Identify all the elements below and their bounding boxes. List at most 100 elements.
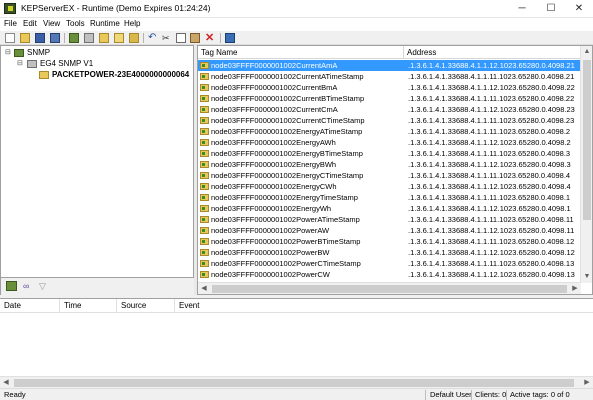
new-tag-icon[interactable]	[114, 33, 124, 43]
table-row[interactable]: node03FFFF0000001002EnergyBWh .1.3.6.1.4.…	[198, 159, 581, 170]
scroll-right-icon[interactable]: ▶	[569, 283, 581, 294]
menu-tools[interactable]: Tools	[66, 19, 85, 28]
tag-icon	[200, 73, 209, 80]
tag-name-cell: node03FFFF0000001002PowerBW	[211, 248, 330, 257]
status-ready: Ready	[4, 390, 26, 399]
minimize-button[interactable]: ─	[509, 0, 535, 18]
status-separator	[425, 390, 426, 400]
table-row[interactable]: node03FFFF0000001002PowerATimeStamp .1.3.…	[198, 214, 581, 225]
table-row[interactable]: node03FFFF0000001002EnergyATimeStamp .1.3…	[198, 126, 581, 137]
scroll-thumb[interactable]	[212, 285, 567, 293]
tag-name-cell: node03FFFF0000001002EnergyAWh	[211, 138, 336, 147]
table-row[interactable]: node03FFFF0000001002CurrentCTimeStamp .1.…	[198, 115, 581, 126]
event-log[interactable]: Date Time Source Event ◀ ▶	[0, 298, 593, 388]
menu-help[interactable]: Help	[124, 19, 140, 28]
column-header-address[interactable]: Address	[404, 46, 581, 59]
open-icon[interactable]	[20, 33, 30, 43]
menu-view[interactable]: View	[43, 19, 60, 28]
collapse-toggle-icon[interactable]: ⊟	[17, 59, 23, 67]
toolbar: ↶ ✂ ✕	[0, 31, 593, 45]
link-icon[interactable]: ∞	[23, 281, 34, 291]
column-header-tag-name[interactable]: Tag Name	[198, 46, 404, 59]
tag-name-cell: node03FFFF0000001002PowerBTimeStamp	[211, 237, 361, 246]
table-row[interactable]: node03FFFF0000001002CurrentBmA .1.3.6.1.4…	[198, 82, 581, 93]
event-column-date[interactable]: Date	[0, 299, 60, 313]
tag-icon	[200, 84, 209, 91]
address-cell: .1.3.6.1.4.1.33688.4.1.1.12.1023.65280.0…	[408, 83, 575, 92]
tag-name-cell: node03FFFF0000001002EnergyWh	[211, 204, 332, 213]
address-cell: .1.3.6.1.4.1.33688.4.1.1.12.1023.65280.0…	[408, 248, 575, 257]
menu-runtime[interactable]: Runtime	[90, 19, 120, 28]
delete-icon[interactable]: ✕	[205, 33, 215, 44]
address-cell: .1.3.6.1.4.1.33688.4.1.1.12.1023.65280.0…	[408, 182, 571, 191]
new-device-icon[interactable]	[84, 33, 94, 43]
tag-icon	[200, 172, 209, 179]
collapse-toggle-icon[interactable]: ⊟	[5, 48, 11, 56]
vertical-scrollbar[interactable]: ▲ ▼	[580, 46, 592, 283]
table-row[interactable]: node03FFFF0000001002PowerBW .1.3.6.1.4.1.…	[198, 247, 581, 258]
table-row[interactable]: node03FFFF0000001002EnergyCWh .1.3.6.1.4.…	[198, 181, 581, 192]
tree-device-eg4[interactable]: EG4 SNMP V1	[40, 59, 93, 68]
table-row[interactable]: node03FFFF0000001002EnergyWh .1.3.6.1.4.1…	[198, 203, 581, 214]
tag-icon	[200, 62, 209, 69]
event-column-source[interactable]: Source	[117, 299, 175, 313]
new-project-icon[interactable]	[5, 33, 15, 43]
new-channel-icon[interactable]	[69, 33, 79, 43]
scroll-down-icon[interactable]: ▼	[581, 271, 592, 283]
tag-name-cell: node03FFFF0000001002CurrentBTimeStamp	[211, 94, 365, 103]
paste-icon[interactable]	[190, 33, 200, 43]
copy-icon[interactable]	[176, 33, 186, 43]
table-row[interactable]: node03FFFF0000001002CurrentBTimeStamp .1.…	[198, 93, 581, 104]
address-cell: .1.3.6.1.4.1.33688.4.1.1.11.1023.65280.0…	[408, 116, 575, 125]
undo-icon[interactable]: ↶	[148, 33, 158, 43]
tag-icon	[200, 216, 209, 223]
tag-icon	[200, 95, 209, 102]
table-row[interactable]: node03FFFF0000001002EnergyBTimeStamp .1.3…	[198, 148, 581, 159]
tree-channel-snmp[interactable]: SNMP	[27, 48, 50, 57]
event-column-time[interactable]: Time	[60, 299, 117, 313]
address-cell: .1.3.6.1.4.1.33688.4.1.1.11.1023.65280.0…	[408, 237, 575, 246]
status-user: Default User	[430, 390, 472, 399]
tag-list[interactable]: Tag Name Address node03FFFF0000001002Cur…	[197, 45, 593, 295]
quick-client-icon[interactable]	[225, 33, 235, 43]
cut-icon[interactable]: ✂	[162, 33, 172, 43]
table-row[interactable]: node03FFFF0000001002EnergyCTimeStamp .1.3…	[198, 170, 581, 181]
address-cell: .1.3.6.1.4.1.33688.4.1.1.11.1023.65280.0…	[408, 72, 575, 81]
maximize-button[interactable]: ☐	[538, 0, 564, 18]
scroll-thumb[interactable]	[583, 60, 591, 220]
table-row[interactable]: node03FFFF0000001002EnergyAWh .1.3.6.1.4.…	[198, 137, 581, 148]
new-tag-group-icon[interactable]	[99, 33, 109, 43]
tag-icon	[200, 271, 209, 278]
close-button[interactable]: ✕	[566, 0, 592, 18]
alias-icon[interactable]: ▽	[39, 281, 50, 291]
table-row[interactable]: node03FFFF0000001002PowerBTimeStamp .1.3.…	[198, 236, 581, 247]
table-row[interactable]: node03FFFF0000001002CurrentAmA .1.3.6.1.4…	[198, 60, 581, 71]
scroll-up-icon[interactable]: ▲	[581, 46, 592, 58]
table-row[interactable]: node03FFFF0000001002CurrentATimeStamp .1.…	[198, 71, 581, 82]
scroll-left-icon[interactable]: ◀	[198, 283, 210, 294]
project-view-icon[interactable]	[6, 281, 17, 291]
tree-group-packetpower[interactable]: PACKETPOWER-23E4000000000064	[52, 70, 189, 79]
table-row[interactable]: node03FFFF0000001002PowerAW .1.3.6.1.4.1.…	[198, 225, 581, 236]
menu-edit[interactable]: Edit	[23, 19, 37, 28]
table-row[interactable]: node03FFFF0000001002PowerCTimeStamp .1.3.…	[198, 258, 581, 269]
tag-icon	[200, 161, 209, 168]
table-row[interactable]: node03FFFF0000001002PowerCW .1.3.6.1.4.1.…	[198, 269, 581, 280]
event-column-event[interactable]: Event	[175, 299, 593, 313]
tag-name-cell: node03FFFF0000001002CurrentCmA	[211, 105, 338, 114]
save-icon[interactable]	[35, 33, 45, 43]
scroll-thumb[interactable]	[14, 379, 574, 387]
toolbar-separator	[64, 33, 65, 43]
horizontal-scrollbar[interactable]: ◀ ▶	[198, 282, 581, 294]
menu-file[interactable]: File	[4, 19, 17, 28]
table-row[interactable]: node03FFFF0000001002CurrentCmA .1.3.6.1.4…	[198, 104, 581, 115]
table-row[interactable]: node03FFFF0000001002EnergyTimeStamp .1.3.…	[198, 192, 581, 203]
toolbar-separator	[220, 33, 221, 43]
save-as-icon[interactable]	[50, 33, 60, 43]
address-cell: .1.3.6.1.4.1.33688.4.1.1.11.1023.65280.0…	[408, 259, 575, 268]
tag-group-icon	[39, 71, 49, 79]
project-tree[interactable]: ⊟ SNMP ⊟ EG4 SNMP V1 PACKETPOWER-23E4000…	[0, 45, 194, 278]
event-horizontal-scrollbar[interactable]: ◀ ▶	[0, 376, 593, 388]
status-clients: Clients: 0	[475, 390, 507, 399]
bulk-tag-icon[interactable]	[129, 33, 139, 43]
